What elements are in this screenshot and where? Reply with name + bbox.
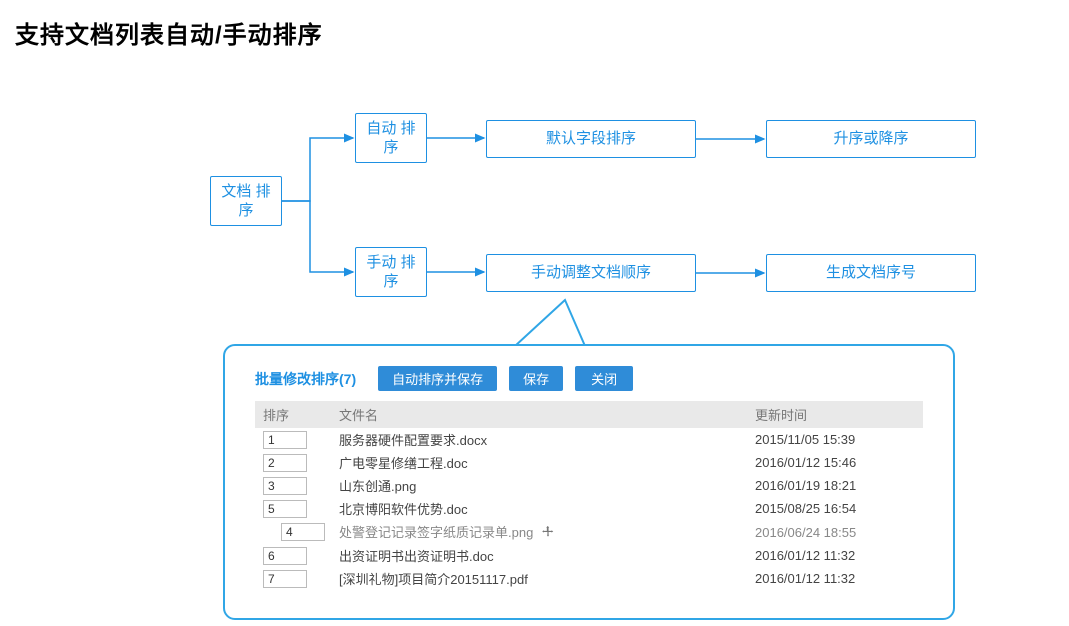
table-row[interactable]: 山东创通.png 2016/01/19 18:21: [255, 474, 923, 497]
col-time: 更新时间: [747, 401, 923, 428]
sort-input[interactable]: [263, 477, 307, 495]
sort-panel: 批量修改排序(7) 自动排序并保存 保存 关闭 排序 文件名 更新时间 服务器硬…: [223, 344, 955, 620]
table-row[interactable]: [深圳礼物]项目简介20151117.pdf 2016/01/12 11:32: [255, 567, 923, 590]
sort-input[interactable]: [281, 523, 325, 541]
node-default-field: 默认字段排序: [486, 120, 696, 158]
sort-input[interactable]: [263, 547, 307, 565]
auto-sort-save-button[interactable]: 自动排序并保存: [378, 366, 497, 391]
table-row[interactable]: 出资证明书出资证明书.doc 2016/01/12 11:32: [255, 544, 923, 567]
panel-header: 批量修改排序(7) 自动排序并保存 保存 关闭: [255, 366, 923, 391]
sort-input[interactable]: [263, 454, 307, 472]
save-button[interactable]: 保存: [509, 366, 563, 391]
file-time: 2016/01/19 18:21: [747, 474, 923, 497]
file-name: [深圳礼物]项目简介20151117.pdf: [331, 567, 747, 590]
file-time: 2016/01/12 11:32: [747, 544, 923, 567]
panel-title: 批量修改排序(7): [255, 369, 356, 389]
file-time: 2016/01/12 11:32: [747, 567, 923, 590]
file-time: 2015/08/25 16:54: [747, 497, 923, 520]
file-name: 服务器硬件配置要求.docx: [331, 428, 747, 451]
file-name: 北京博阳软件优势.doc: [331, 497, 747, 520]
file-time: 2016/01/12 15:46: [747, 451, 923, 474]
drag-cursor-icon: [541, 525, 555, 542]
node-root: 文档 排序: [210, 176, 282, 226]
sort-input[interactable]: [263, 570, 307, 588]
node-manual: 手动 排序: [355, 247, 427, 297]
file-time: 2016/06/24 18:55: [747, 520, 923, 544]
close-button[interactable]: 关闭: [575, 366, 633, 391]
file-time: 2015/11/05 15:39: [747, 428, 923, 451]
node-adjust-order: 手动调整文档顺序: [486, 254, 696, 292]
sort-table: 排序 文件名 更新时间 服务器硬件配置要求.docx 2015/11/05 15…: [255, 401, 923, 590]
page-title: 支持文档列表自动/手动排序: [15, 15, 323, 50]
col-name: 文件名: [331, 401, 747, 428]
file-name: 处警登记记录签字纸质记录单.png: [331, 520, 747, 544]
col-sort: 排序: [255, 401, 331, 428]
file-name: 山东创通.png: [331, 474, 747, 497]
file-name: 出资证明书出资证明书.doc: [331, 544, 747, 567]
node-auto: 自动 排序: [355, 113, 427, 163]
table-row[interactable]: 服务器硬件配置要求.docx 2015/11/05 15:39: [255, 428, 923, 451]
table-row[interactable]: 北京博阳软件优势.doc 2015/08/25 16:54: [255, 497, 923, 520]
node-asc-desc: 升序或降序: [766, 120, 976, 158]
node-gen-seq: 生成文档序号: [766, 254, 976, 292]
table-row[interactable]: 广电零星修缮工程.doc 2016/01/12 15:46: [255, 451, 923, 474]
sort-input[interactable]: [263, 500, 307, 518]
sort-input[interactable]: [263, 431, 307, 449]
file-name: 广电零星修缮工程.doc: [331, 451, 747, 474]
table-row-dragging[interactable]: 处警登记记录签字纸质记录单.png 2016/06/24 18:55: [255, 520, 923, 544]
table-header-row: 排序 文件名 更新时间: [255, 401, 923, 428]
